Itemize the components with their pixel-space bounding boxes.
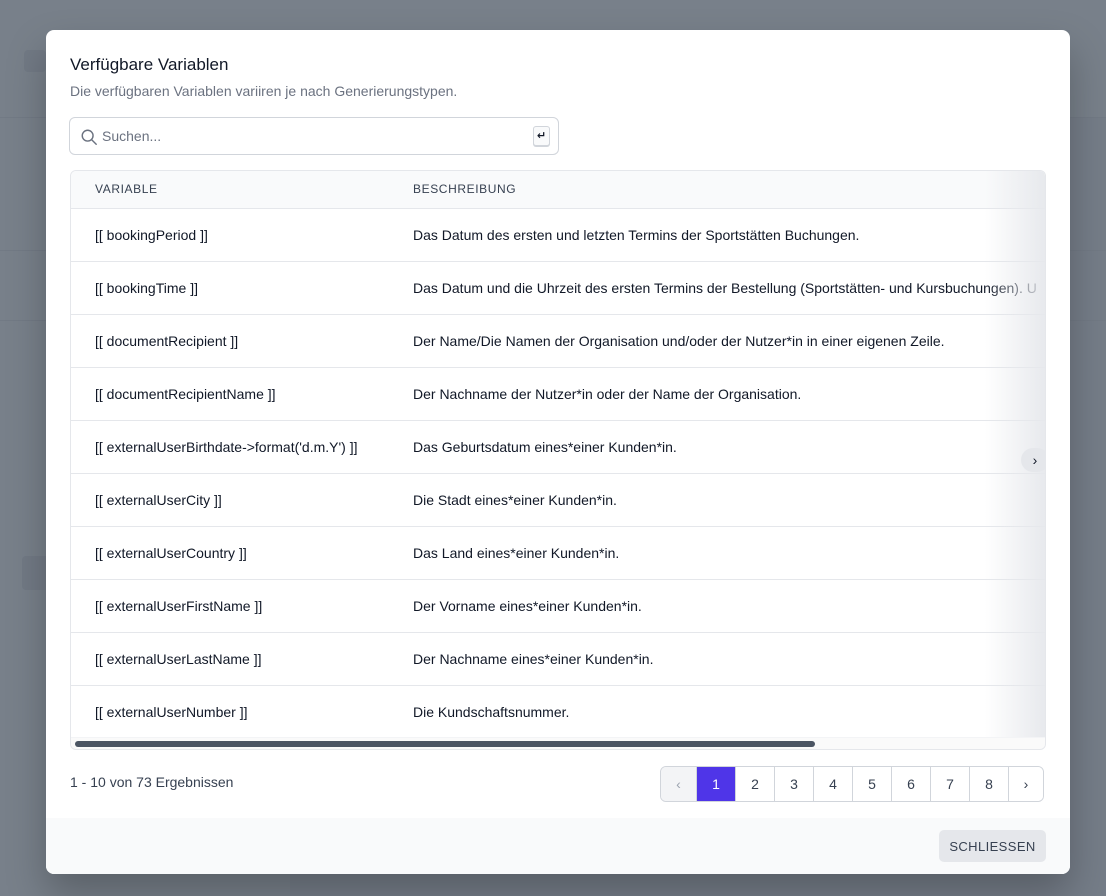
variables-table-container[interactable]: VARIABLE BESCHREIBUNG [[ bookingPeriod ]… — [70, 170, 1046, 750]
table-row: [[ bookingTime ]] Das Datum und die Uhrze… — [71, 261, 1045, 314]
page-button-7[interactable]: 7 — [930, 767, 969, 801]
table-row: [[ externalUserCity ]] Die Stadt eines*ei… — [71, 473, 1045, 526]
variable-cell: [[ externalUserCity ]] — [95, 491, 222, 508]
next-page-button[interactable]: › — [1008, 767, 1043, 801]
variable-cell: [[ externalUserFirstName ]] — [95, 597, 263, 614]
table-row: [[ documentRecipient ]] Der Name/Die Name… — [71, 314, 1045, 367]
description-cell: Der Nachname der Nutzer*in oder der Name… — [413, 385, 802, 402]
horizontal-scrollbar[interactable] — [71, 737, 1045, 749]
variable-cell: [[ externalUserBirthdate->format('d.m.Y'… — [95, 438, 358, 455]
search-box: ↵ — [69, 117, 559, 155]
pagination: ‹ 1 2 3 4 5 6 7 8 › — [660, 766, 1044, 802]
description-cell: Der Nachname eines*einer Kunden*in. — [413, 650, 654, 667]
variable-cell: [[ documentRecipient ]] — [95, 332, 239, 349]
page-button-6[interactable]: 6 — [891, 767, 930, 801]
page-button-2[interactable]: 2 — [735, 767, 774, 801]
page-button-8[interactable]: 8 — [969, 767, 1008, 801]
variable-cell: [[ bookingTime ]] — [95, 279, 198, 296]
description-cell: Das Datum und die Uhrzeit des ersten Ter… — [413, 279, 1037, 296]
previous-page-button[interactable]: ‹ — [661, 767, 696, 801]
description-cell: Die Kundschaftsnummer. — [413, 703, 570, 720]
close-button[interactable]: SCHLIESSEN — [939, 830, 1046, 862]
column-header-description: BESCHREIBUNG — [413, 182, 517, 197]
table-row: [[ externalUserLastName ]] Der Nachname e… — [71, 632, 1045, 685]
page-button-5[interactable]: 5 — [852, 767, 891, 801]
table-row: [[ externalUserBirthdate->format('d.m.Y'… — [71, 420, 1045, 473]
enter-key-icon[interactable]: ↵ — [533, 126, 550, 146]
variable-cell: [[ bookingPeriod ]] — [95, 226, 208, 243]
table-row: [[ externalUserFirstName ]] Der Vorname e… — [71, 579, 1045, 632]
variable-cell: [[ documentRecipientName ]] — [95, 385, 276, 402]
variable-cell: [[ externalUserCountry ]] — [95, 544, 247, 561]
variable-cell: [[ externalUserLastName ]] — [95, 650, 262, 667]
variables-table: VARIABLE BESCHREIBUNG [[ bookingPeriod ]… — [71, 171, 1045, 739]
search-input[interactable] — [102, 118, 522, 154]
variable-cell: [[ externalUserNumber ]] — [95, 703, 248, 720]
description-cell: Die Stadt eines*einer Kunden*in. — [413, 491, 617, 508]
table-row: [[ externalUserCountry ]] Das Land eines*… — [71, 526, 1045, 579]
scrollbar-thumb[interactable] — [75, 741, 815, 747]
page-button-3[interactable]: 3 — [774, 767, 813, 801]
modal-footer: SCHLIESSEN — [46, 818, 1070, 874]
description-cell: Das Datum des ersten und letzten Termins… — [413, 226, 860, 243]
description-cell: Der Vorname eines*einer Kunden*in. — [413, 597, 642, 614]
modal-title: Verfügbare Variablen — [70, 55, 229, 74]
column-header-variable: VARIABLE — [95, 182, 158, 197]
description-cell: Der Name/Die Namen der Organisation und/… — [413, 332, 945, 349]
table-row: [[ bookingPeriod ]] Das Datum des ersten … — [71, 208, 1045, 261]
page-button-1[interactable]: 1 — [696, 767, 735, 801]
page-button-4[interactable]: 4 — [813, 767, 852, 801]
modal-subtitle: Die verfügbaren Variablen variiren je na… — [70, 83, 458, 99]
table-header-row: VARIABLE BESCHREIBUNG — [71, 171, 1045, 208]
search-icon — [81, 129, 97, 145]
description-cell: Das Land eines*einer Kunden*in. — [413, 544, 620, 561]
variables-modal: Verfügbare Variablen Die verfügbaren Var… — [46, 30, 1070, 874]
results-count: 1 - 10 von 73 Ergebnissen — [70, 774, 234, 790]
scroll-right-button[interactable]: › — [1021, 448, 1045, 472]
table-row: [[ externalUserNumber ]] Die Kundschaftsn… — [71, 685, 1045, 738]
table-row: [[ documentRecipientName ]] Der Nachname … — [71, 367, 1045, 420]
description-cell: Das Geburtsdatum eines*einer Kunden*in. — [413, 438, 677, 455]
